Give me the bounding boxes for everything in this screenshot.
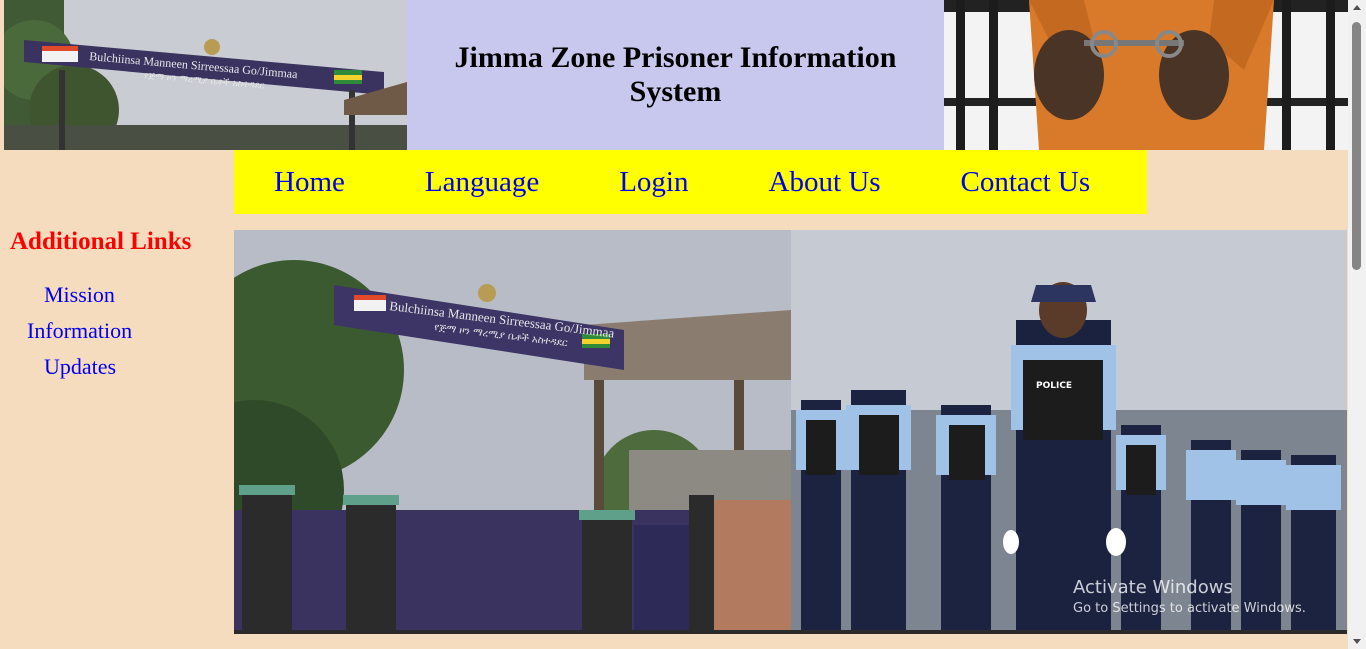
watermark-title: Activate Windows: [1073, 577, 1233, 598]
sidebar-link-mission[interactable]: Mission: [44, 282, 115, 308]
header-left-image: Bulchiinsa Manneen Sirreessaa Go/Jimmaa …: [4, 0, 407, 150]
header: Bulchiinsa Manneen Sirreessaa Go/Jimmaa …: [4, 0, 1348, 150]
site-title: Jimma Zone Prisoner Information System: [454, 41, 897, 108]
nav-about-us[interactable]: About Us: [769, 166, 881, 199]
scroll-down-arrow-icon[interactable]: [1353, 639, 1361, 644]
page: Bulchiinsa Manneen Sirreessaa Go/Jimmaa …: [0, 0, 1348, 649]
scrollbar-thumb[interactable]: [1352, 22, 1361, 270]
nav-contact-us[interactable]: Contact Us: [960, 166, 1090, 199]
sidebar-link-updates[interactable]: Updates: [44, 354, 116, 380]
nav-language[interactable]: Language: [425, 166, 539, 199]
header-right-image: [944, 0, 1348, 150]
police-badge-text: POLICE: [1036, 381, 1072, 391]
nav-login[interactable]: Login: [619, 166, 688, 199]
banner: Bulchiinsa Manneen Sirreessaa Go/Jimmaa …: [234, 230, 1347, 634]
sidebar-link-information[interactable]: Information: [27, 318, 132, 344]
police-parade-image: POLICE: [791, 230, 1347, 630]
vertical-scrollbar[interactable]: [1348, 0, 1366, 649]
banner-bottom-border: [234, 630, 1347, 634]
site-title-box: Jimma Zone Prisoner Information System: [407, 0, 944, 150]
nav-home[interactable]: Home: [274, 166, 345, 199]
prison-gate-image: Bulchiinsa Manneen Sirreessaa Go/Jimmaa …: [234, 230, 791, 630]
activate-windows-watermark: Activate Windows Go to Settings to activ…: [1073, 577, 1306, 616]
scroll-up-arrow-icon[interactable]: [1353, 5, 1361, 10]
sidebar-heading: Additional Links: [10, 228, 192, 255]
watermark-subtitle: Go to Settings to activate Windows.: [1073, 601, 1306, 616]
main-nav: Home Language Login About Us Contact Us: [234, 150, 1147, 214]
